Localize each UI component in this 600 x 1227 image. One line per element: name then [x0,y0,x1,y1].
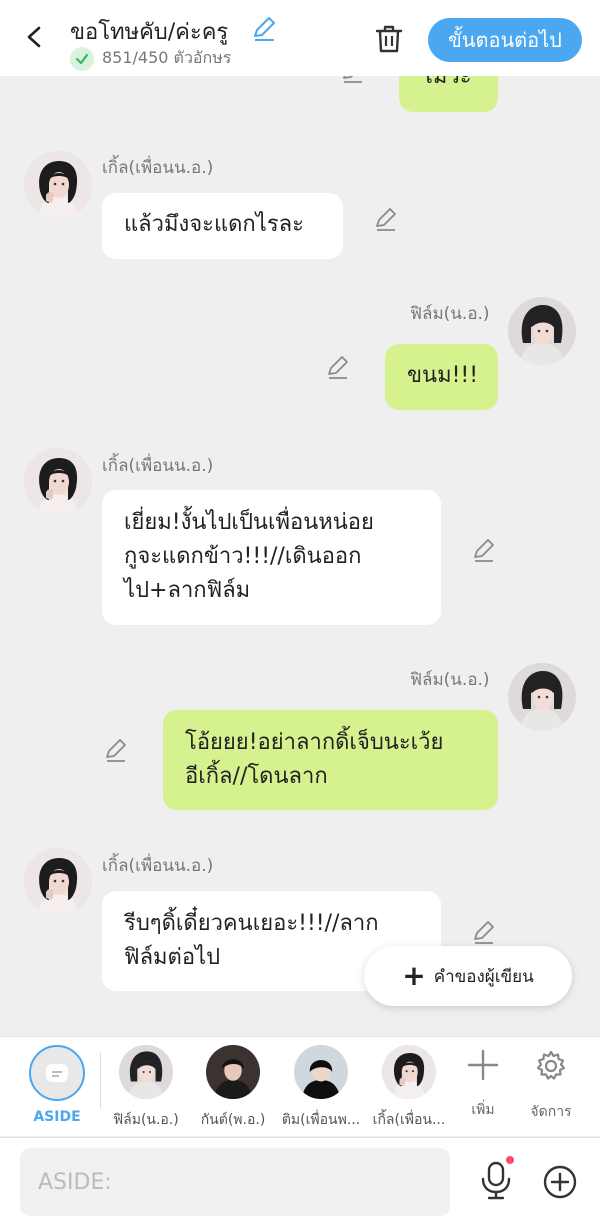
character-bar: ASIDE ฟิล์ม(น.อ.) กันต์(พ.อ.) ติม(เพื่อน… [0,1036,600,1136]
avatar[interactable] [24,448,92,516]
message-bubble[interactable]: เมวะ [399,76,498,112]
chat-area[interactable]: เมวะ เกิ้ล(เพื่อนน.อ.) แล้วมึงจะแดกไรละ … [0,76,600,1036]
edit-message-button[interactable] [471,919,497,945]
character-count: 851/450 ตัวอักษร [70,46,231,71]
character-name: กันต์(พ.อ.) [200,1112,266,1128]
edit-message-button[interactable] [340,76,366,84]
character-name: เกิ้ล(เพื่อน... [372,1112,446,1128]
pencil-icon [373,206,399,232]
message-bubble[interactable]: ขนม!!! [385,344,498,410]
message-bubble[interactable]: โอ้ยยย!อย่าลากดิ้เจ็บนะเว้ย อีเกิ้ล//โดน… [163,710,498,810]
add-circle-icon [543,1165,577,1199]
back-button[interactable] [18,20,52,54]
sender-name: เกิ้ล(เพื่อนน.อ.) [102,158,214,178]
gear-icon [536,1050,566,1080]
avatar[interactable] [24,848,92,916]
delete-button[interactable] [372,22,406,56]
avatar[interactable] [508,663,576,731]
edit-message-button[interactable] [471,537,497,563]
microphone-icon [481,1161,511,1200]
manage-label: จัดการ [530,1104,572,1120]
edit-message-button[interactable] [373,206,399,232]
pencil-icon [471,537,497,563]
next-step-button[interactable]: ขั้นตอนต่อไป [428,18,582,62]
top-bar: ขอโทษคับ/ค่ะครู 851/450 ตัวอักษร ขั้นตอน… [0,0,600,76]
input-bar [0,1137,600,1227]
recording-indicator [506,1156,514,1164]
pencil-icon [471,919,497,945]
message-input[interactable] [20,1148,450,1216]
aside-label: ASIDE [33,1109,81,1125]
avatar [382,1045,436,1099]
add-attachment-button[interactable] [542,1164,578,1200]
character-item[interactable]: กันต์(พ.อ.) [188,1045,278,1131]
pencil-icon [325,354,351,380]
avatar [294,1045,348,1099]
add-character-button[interactable]: เพิ่ม [453,1049,513,1121]
story-title: ขอโทษคับ/ค่ะครู [70,20,229,45]
avatar[interactable] [24,151,92,219]
trash-icon [375,25,403,53]
writer-note-label: คำของผู้เขียน [433,966,534,987]
edit-title-button[interactable] [250,14,278,42]
character-name: ฟิล์ม(น.อ.) [113,1112,179,1128]
plus-icon [467,1049,499,1081]
check-icon [70,46,94,71]
avatar [206,1045,260,1099]
character-item[interactable]: เกิ้ล(เพื่อน... [364,1045,454,1131]
chevron-left-icon [27,26,41,48]
pencil-icon [254,17,275,41]
character-aside[interactable]: ASIDE [12,1045,102,1125]
manage-characters-button[interactable]: จัดการ [521,1049,581,1123]
avatar[interactable] [508,297,576,365]
character-item[interactable]: ฟิล์ม(น.อ.) [101,1045,191,1131]
add-label: เพิ่ม [471,1102,495,1118]
edit-message-button[interactable] [103,737,129,763]
sender-name: เกิ้ล(เพื่อนน.อ.) [102,856,214,876]
character-item[interactable]: ติม(เพื่อนพ... [276,1045,366,1131]
plus-icon: + [402,959,426,992]
avatar [119,1045,173,1099]
aside-chat-icon [29,1045,85,1101]
voice-input-button[interactable] [478,1160,514,1200]
character-count-text: 851/450 ตัวอักษร [102,48,232,67]
sender-name: เกิ้ล(เพื่อนน.อ.) [102,456,214,476]
character-name: ติม(เพื่อนพ... [281,1112,361,1128]
writer-note-button[interactable]: + คำของผู้เขียน [364,946,572,1006]
sender-name: ฟิล์ม(น.อ.) [410,670,490,690]
pencil-icon [340,76,366,84]
message-bubble[interactable]: แล้วมึงจะแดกไรละ [102,193,343,259]
edit-message-button[interactable] [325,354,351,380]
pencil-icon [103,737,129,763]
message-bubble[interactable]: เยี่ยม!งั้นไปเป็นเพื่อนหน่อย กูจะแดกข้าว… [102,490,441,625]
sender-name: ฟิล์ม(น.อ.) [410,304,490,324]
